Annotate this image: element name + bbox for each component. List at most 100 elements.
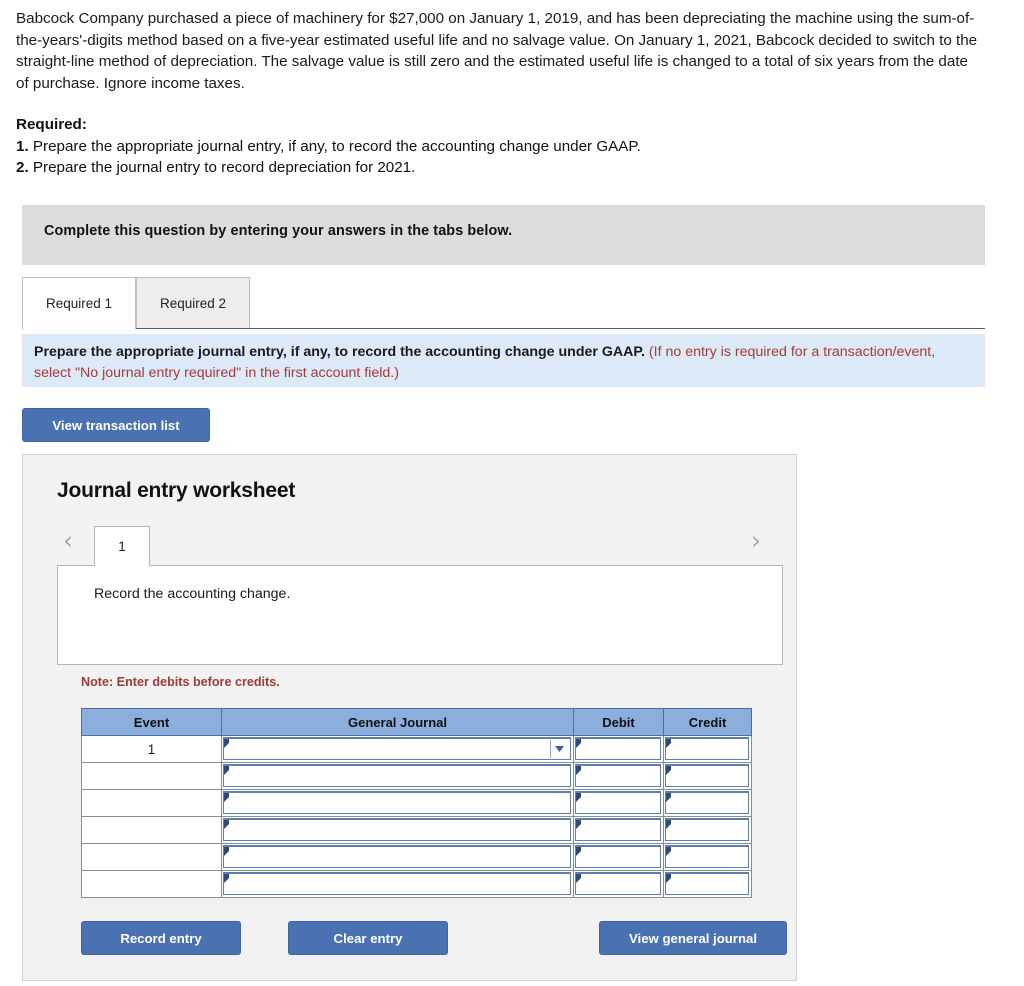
credit-cell-wrap [664,817,751,843]
requirement-text-1: Prepare the appropriate journal entry, i… [32,137,641,155]
record-entry-label: Record entry [120,930,202,946]
tab-required-2[interactable]: Required 2 [136,277,250,328]
chevron-down-icon[interactable] [550,740,568,758]
general-journal-cell-wrap [222,790,573,816]
view-transaction-list-button[interactable]: View transaction list [22,408,210,442]
requirement-number-1: 1. [16,137,29,155]
task-banner: Prepare the appropriate journal entry, i… [22,334,985,387]
general-journal-cell [221,789,574,817]
credit-input[interactable] [665,737,749,760]
credit-cell-wrap [664,790,751,816]
worksheet-title: Journal entry worksheet [57,479,296,502]
credit-input[interactable] [665,791,749,814]
requirement-tabs: Required 1 Required 2 [22,277,985,329]
account-select-input[interactable] [223,737,571,760]
clear-entry-label: Clear entry [333,930,403,946]
debit-input[interactable] [575,818,661,841]
credit-cell [663,816,752,844]
instruction-banner-text: Complete this question by entering your … [44,223,513,239]
general-journal-cell-wrap [222,871,573,897]
table-row [81,870,752,898]
table-row [81,762,752,790]
general-journal-cell-wrap [222,844,573,870]
account-select-input[interactable] [223,764,571,787]
view-general-journal-label: View general journal [628,930,757,946]
credit-input[interactable] [665,872,749,895]
debit-input[interactable] [575,872,661,895]
tab-required-2-label: Required 2 [159,295,227,311]
table-header-row: Event General Journal Debit Credit [81,708,752,736]
event-cell [81,870,222,898]
debit-input[interactable] [575,791,661,814]
account-select-input[interactable] [223,791,571,814]
credit-cell-wrap [664,871,751,897]
table-row: 1 [81,735,752,763]
debit-cell [573,816,664,844]
credit-input[interactable] [665,845,749,868]
worksheet-page-tab-1[interactable]: 1 [94,526,150,566]
credit-cell [663,762,752,790]
general-journal-cell [221,870,574,898]
required-block: Required: 1. Prepare the appropriate jou… [16,114,978,179]
debit-input[interactable] [575,764,661,787]
view-general-journal-button[interactable]: View general journal [599,921,787,955]
debit-cell-wrap [574,871,663,897]
column-header-event: Event [81,708,222,736]
view-transaction-list-label: View transaction list [52,417,180,433]
table-row [81,789,752,817]
required-label: Required: [16,116,87,133]
event-cell [81,789,222,817]
requirement-item-2: 2. Prepare the journal entry to record d… [16,157,978,179]
credit-input[interactable] [665,764,749,787]
account-select-input[interactable] [223,872,571,895]
debit-input[interactable] [575,845,661,868]
credit-cell-wrap [664,844,751,870]
debit-cell [573,870,664,898]
credit-cell [663,735,752,763]
debit-cell [573,735,664,763]
debit-input[interactable] [575,737,661,760]
debit-cell-wrap [574,736,663,762]
column-header-general-journal: General Journal [221,708,574,736]
journal-entry-table: Event General Journal Debit Credit 1 [81,708,752,898]
requirement-item-1: 1. Prepare the appropriate journal entry… [16,136,978,158]
chevron-left-icon[interactable]: ‹ [57,526,79,556]
task-banner-content: Prepare the appropriate journal entry, i… [34,342,974,384]
general-journal-cell [221,843,574,871]
account-select-input[interactable] [223,818,571,841]
credit-cell-wrap [664,736,751,762]
column-header-credit: Credit [663,708,752,736]
debit-cell-wrap [574,844,663,870]
instruction-banner: Complete this question by entering your … [22,205,985,265]
credit-cell [663,843,752,871]
debit-cell-wrap [574,790,663,816]
requirement-text-2: Prepare the journal entry to record depr… [32,159,416,176]
worksheet-description-text: Record the accounting change. [94,586,291,602]
table-row [81,843,752,871]
table-row [81,816,752,844]
clear-entry-button[interactable]: Clear entry [288,921,448,955]
general-journal-cell-wrap [222,763,573,789]
debit-cell [573,789,664,817]
debit-cell-wrap [574,763,663,789]
debit-cell [573,843,664,871]
page-root: Babcock Company purchased a piece of mac… [0,0,1024,986]
worksheet-page-nav: ‹ 1 › [23,518,798,566]
credit-cell [663,870,752,898]
credit-cell [663,789,752,817]
debit-cell [573,762,664,790]
problem-statement: Babcock Company purchased a piece of mac… [16,8,978,179]
account-select-input[interactable] [223,845,571,868]
record-entry-button[interactable]: Record entry [81,921,241,955]
chevron-right-icon[interactable]: › [745,526,767,556]
tab-required-1[interactable]: Required 1 [22,277,136,329]
problem-paragraph: Babcock Company purchased a piece of mac… [16,10,978,92]
debits-before-credits-note: Note: Enter debits before credits. [81,675,280,689]
credit-input[interactable] [665,818,749,841]
general-journal-cell-wrap [222,817,573,843]
general-journal-cell [221,816,574,844]
journal-entry-worksheet-panel: Journal entry worksheet ‹ 1 › Record the… [22,454,797,981]
requirement-number-2: 2. [16,159,29,176]
worksheet-page-tab-1-label: 1 [118,539,126,554]
general-journal-cell-wrap [222,736,573,762]
